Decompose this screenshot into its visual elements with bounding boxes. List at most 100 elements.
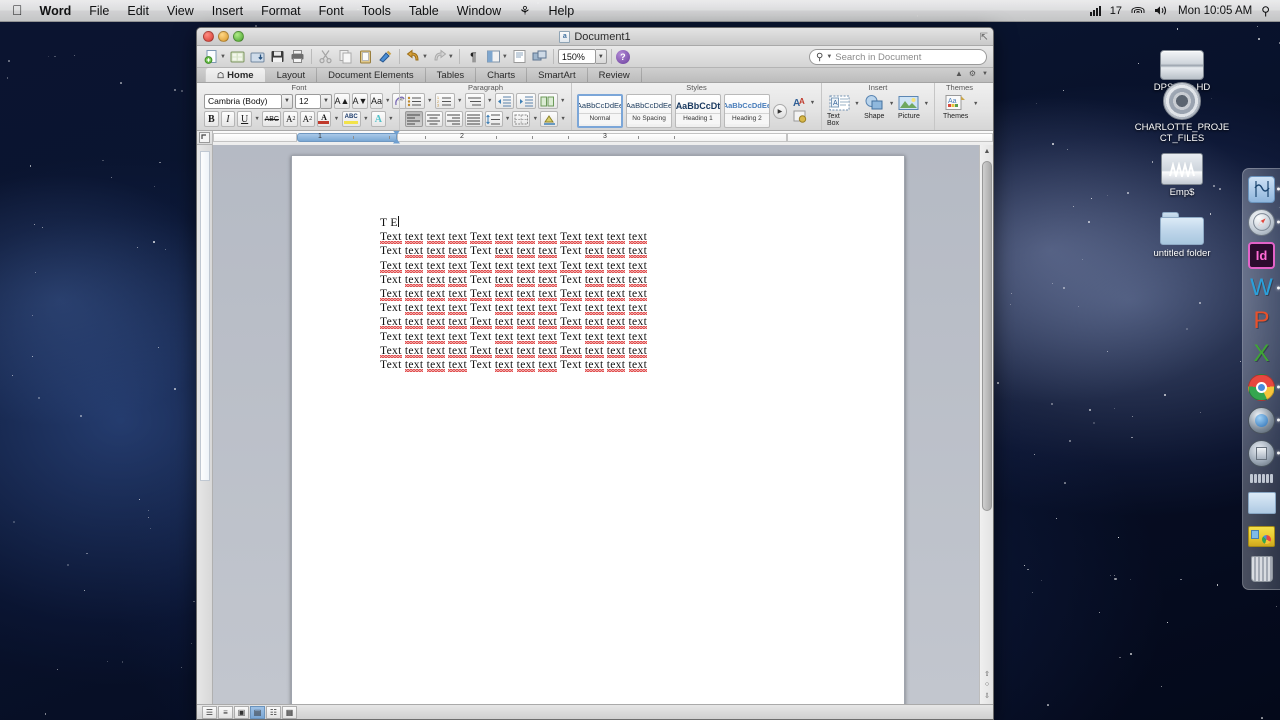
underline-dropdown-icon[interactable]: ▼ xyxy=(254,116,260,122)
increase-indent-button[interactable] xyxy=(516,93,537,109)
menu-item-view[interactable]: View xyxy=(158,3,203,19)
insert-picture-button[interactable]: Picture xyxy=(896,93,921,120)
expand-icon[interactable]: ⇱ xyxy=(980,32,988,43)
dock-item-indesign[interactable]: Id xyxy=(1247,240,1277,270)
decrease-indent-button[interactable] xyxy=(494,93,515,109)
dock-item-safari[interactable] xyxy=(1247,207,1280,237)
redo-button[interactable] xyxy=(430,48,449,66)
sidebar-button[interactable] xyxy=(484,48,503,66)
dock-item-downloads-stack[interactable] xyxy=(1247,521,1277,551)
insert-shape-button[interactable]: Shape xyxy=(862,93,887,120)
themes-button[interactable]: Aa Themes xyxy=(940,93,971,120)
dock-item-trash[interactable] xyxy=(1247,554,1277,584)
underline-button[interactable]: U xyxy=(237,111,252,127)
dock-item-app-strip[interactable] xyxy=(1247,471,1277,485)
spotlight-search-icon[interactable]: ⚲ xyxy=(1261,4,1270,18)
text-effects-dropdown-icon[interactable]: ▼ xyxy=(388,116,394,122)
columns-button[interactable] xyxy=(538,93,558,109)
numbered-list-button[interactable]: 123 xyxy=(434,93,455,109)
align-right-button[interactable] xyxy=(444,111,463,127)
tab-review[interactable]: Review xyxy=(588,68,642,82)
themes-dropdown-icon[interactable]: ▼ xyxy=(972,101,979,107)
menu-item-script[interactable]: ⚘ xyxy=(510,2,539,19)
style-no-spacing[interactable]: AaBbCcDdEe No Spacing xyxy=(626,94,672,128)
open-button[interactable] xyxy=(228,48,247,66)
ruler-track[interactable]: 1 2 3 xyxy=(213,130,993,145)
font-size-control[interactable]: 12 ▼ xyxy=(295,93,332,109)
new-document-dropdown-icon[interactable]: ▼ xyxy=(220,54,226,60)
sidebar-dropdown-icon[interactable]: ▼ xyxy=(502,54,508,60)
collapse-ribbon-icon[interactable]: ▲ xyxy=(955,69,963,78)
insert-text-box-button[interactable]: A Text Box xyxy=(827,93,852,127)
borders-button[interactable] xyxy=(512,111,531,127)
menu-item-help[interactable]: Help xyxy=(539,3,583,19)
window-title-bar[interactable]: a Document1 ⇱ xyxy=(197,28,993,46)
styles-gallery-more-button[interactable]: ▶ xyxy=(772,103,787,119)
shape-dropdown-icon[interactable]: ▼ xyxy=(889,101,894,107)
menu-item-word[interactable]: Word xyxy=(31,3,81,19)
vertical-scrollbar[interactable]: ▲ ⇧ ○ ⇩ xyxy=(979,145,993,704)
dock-item-chrome[interactable] xyxy=(1247,372,1280,402)
dock-item-messages[interactable] xyxy=(1247,405,1280,435)
tab-smartart[interactable]: SmartArt xyxy=(527,68,588,82)
italic-button[interactable]: I xyxy=(220,111,236,127)
dock-item-powerpoint[interactable]: P xyxy=(1247,306,1277,336)
menu-item-table[interactable]: Table xyxy=(400,3,448,19)
borders-dropdown-icon[interactable]: ▼ xyxy=(532,116,538,122)
change-case-dropdown-icon[interactable]: ▼ xyxy=(385,98,390,104)
bulleted-list-button[interactable] xyxy=(405,93,425,109)
font-name-dropdown-icon[interactable]: ▼ xyxy=(282,93,293,109)
strikethrough-button[interactable]: ABC xyxy=(262,111,282,127)
draft-view-button[interactable]: ☰ xyxy=(202,706,217,719)
tab-charts[interactable]: Charts xyxy=(476,68,528,82)
save-button[interactable] xyxy=(268,48,287,66)
font-color-dropdown-icon[interactable]: ▼ xyxy=(333,116,339,122)
dock-item-time-machine[interactable] xyxy=(1247,438,1280,468)
apple-menu-icon[interactable]:  xyxy=(6,2,31,20)
open-recent-button[interactable] xyxy=(248,48,267,66)
select-browse-object-icon[interactable]: ○ xyxy=(982,681,992,691)
document-page[interactable]: T E Text text text text Text text text te… xyxy=(291,155,905,704)
undo-button[interactable] xyxy=(404,48,423,66)
print-view-button[interactable]: ▤ xyxy=(250,706,265,719)
align-left-button[interactable] xyxy=(405,111,423,127)
menu-item-format[interactable]: Format xyxy=(252,3,310,19)
align-justify-button[interactable] xyxy=(464,111,483,127)
zoom-value[interactable]: 150% xyxy=(557,49,596,64)
menu-item-font[interactable]: Font xyxy=(310,3,353,19)
line-spacing-dropdown-icon[interactable]: ▼ xyxy=(505,116,511,122)
font-size-dropdown-icon[interactable]: ▼ xyxy=(321,93,332,109)
battery-icon[interactable] xyxy=(1089,5,1101,16)
desktop-icon-emp-share[interactable]: Emp$ xyxy=(1134,139,1230,198)
help-button[interactable]: ? xyxy=(615,49,630,64)
superscript-button[interactable]: A2 xyxy=(283,111,299,127)
styles-pane-dropdown-icon[interactable]: ▼ xyxy=(809,100,816,106)
style-normal[interactable]: AaBbCcDdEe Normal xyxy=(577,94,624,128)
menu-item-file[interactable]: File xyxy=(80,3,118,19)
document-line[interactable]: Text text text text Text text text text … xyxy=(380,358,800,372)
ruler-margin-indent[interactable] xyxy=(297,132,397,142)
highlight-button[interactable]: ABC xyxy=(341,111,361,127)
notebook-layout-button[interactable] xyxy=(510,48,529,66)
desktop-icon-untitled-folder[interactable]: untitled folder xyxy=(1134,200,1230,259)
vertical-ruler[interactable] xyxy=(197,145,213,704)
paste-button[interactable] xyxy=(356,48,375,66)
ribbon-options-dropdown-icon[interactable]: ▼ xyxy=(982,71,988,77)
tab-document-elements[interactable]: Document Elements xyxy=(317,68,426,82)
scrollbar-thumb[interactable] xyxy=(982,161,992,511)
multilevel-list-button[interactable] xyxy=(464,93,485,109)
document-line[interactable]: T E xyxy=(380,216,800,230)
menu-item-window[interactable]: Window xyxy=(448,3,510,19)
desktop-icon-charlotte-project-files[interactable]: CHARLOTTE_PROJECT_FILES xyxy=(1134,74,1230,144)
horizontal-ruler[interactable]: 1 2 3 xyxy=(197,130,993,145)
previous-page-icon[interactable]: ⇧ xyxy=(982,670,992,680)
print-button[interactable] xyxy=(288,48,307,66)
ribbon-options-gear-icon[interactable]: ⚙ xyxy=(969,69,976,78)
style-heading-2[interactable]: AaBbCcDdEe Heading 2 xyxy=(723,94,770,128)
document-line[interactable]: Text text text text Text text text text … xyxy=(380,330,800,344)
grow-font-button[interactable]: A▲ xyxy=(334,93,350,109)
search-scope-dropdown-icon[interactable]: ▼ xyxy=(826,54,832,60)
redo-dropdown-icon[interactable]: ▼ xyxy=(448,54,454,60)
text-box-dropdown-icon[interactable]: ▼ xyxy=(854,101,859,107)
volume-icon[interactable] xyxy=(1154,5,1169,16)
